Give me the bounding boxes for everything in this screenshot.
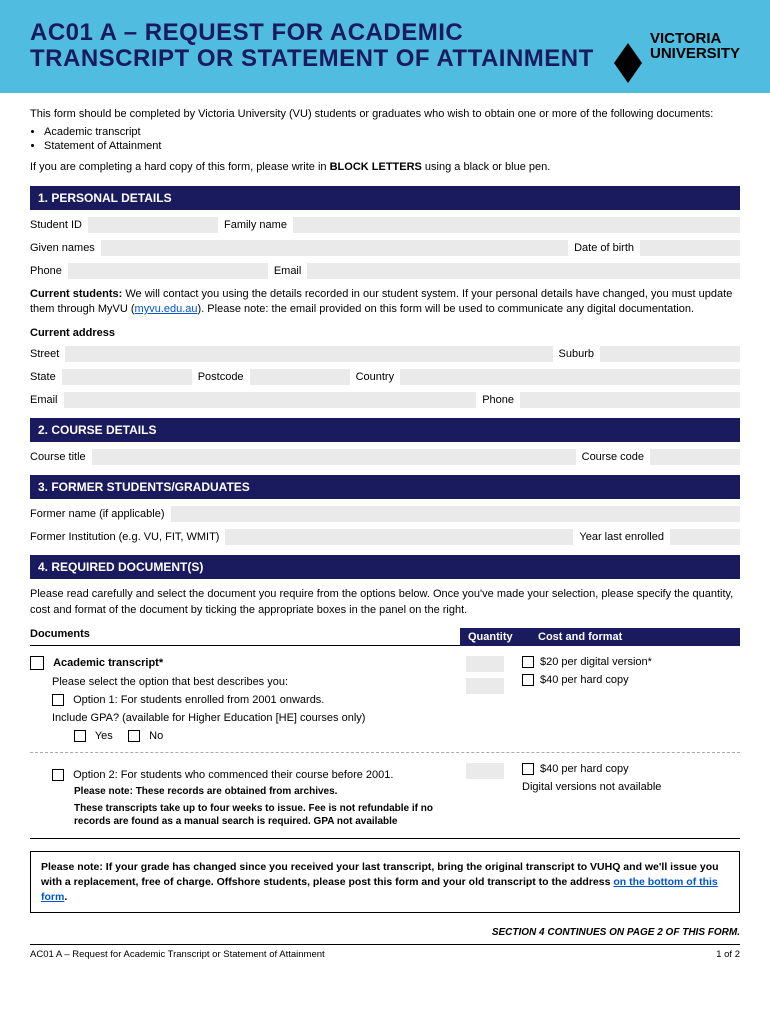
former-name-input[interactable] <box>171 506 741 522</box>
cost-hard-1-label: $40 per hard copy <box>540 674 629 686</box>
country-input[interactable] <box>400 369 740 385</box>
student-id-input[interactable] <box>88 217 218 233</box>
option-1-label: Option 1: For students enrolled from 200… <box>73 694 324 706</box>
intro-text: This form should be completed by Victori… <box>30 107 740 122</box>
former-name-label: Former name (if applicable) <box>30 508 165 520</box>
street-input[interactable] <box>65 346 552 362</box>
option-1-checkbox[interactable] <box>52 694 64 706</box>
section-3-header: 3. FORMER STUDENTS/GRADUATES <box>30 475 740 499</box>
option-2-note-1: Please note: These records are obtained … <box>74 785 450 798</box>
include-gpa-label: Include GPA? (available for Higher Educa… <box>52 712 450 724</box>
phone-input[interactable] <box>68 263 268 279</box>
form-title: AC01 A – REQUEST FOR ACADEMIC TRANSCRIPT… <box>30 20 594 73</box>
please-note-box: Please note: If your grade has changed s… <box>30 851 740 913</box>
family-name-input[interactable] <box>293 217 740 233</box>
gpa-no-checkbox[interactable] <box>128 730 140 742</box>
diamond-icon <box>614 29 642 63</box>
section-continues-note: SECTION 4 CONTINUES ON PAGE 2 OF THIS FO… <box>30 927 740 938</box>
postcode-label: Postcode <box>198 371 244 383</box>
cost-hard-2-checkbox[interactable] <box>522 763 534 775</box>
email2-input[interactable] <box>64 392 477 408</box>
former-institution-input[interactable] <box>225 529 573 545</box>
street-label: Street <box>30 348 59 360</box>
academic-transcript-label: Academic transcript* <box>53 657 163 669</box>
family-name-label: Family name <box>224 219 287 231</box>
current-address-heading: Current address <box>30 327 740 339</box>
phone2-input[interactable] <box>520 392 740 408</box>
course-code-label: Course code <box>582 451 644 463</box>
gpa-yes-checkbox[interactable] <box>74 730 86 742</box>
suburb-input[interactable] <box>600 346 740 362</box>
title-line-1: AC01 A – REQUEST FOR ACADEMIC <box>30 20 594 46</box>
gpa-no-label: No <box>149 730 163 742</box>
phone-label: Phone <box>30 265 62 277</box>
phone2-label: Phone <box>482 394 514 406</box>
year-last-enrolled-label: Year last enrolled <box>579 531 664 543</box>
cost-hard-1-checkbox[interactable] <box>522 674 534 686</box>
title-line-2: TRANSCRIPT OR STATEMENT OF ATTAINMENT <box>30 46 594 72</box>
please-select-text: Please select the option that best descr… <box>52 676 450 688</box>
logo-text: VICTORIA UNIVERSITY <box>650 31 740 61</box>
section-2-header: 2. COURSE DETAILS <box>30 418 740 442</box>
academic-transcript-checkbox[interactable] <box>30 656 44 670</box>
hardcopy-note: If you are completing a hard copy of thi… <box>30 160 740 175</box>
course-title-label: Course title <box>30 451 86 463</box>
col-documents: Documents <box>30 628 460 646</box>
col-cost: Cost and format <box>538 631 622 643</box>
footer-page-number: 1 of 2 <box>716 949 740 960</box>
quantity-input-3[interactable] <box>466 763 504 779</box>
current-students-note: Current students: We will contact you us… <box>30 287 740 318</box>
student-id-label: Student ID <box>30 219 82 231</box>
dob-label: Date of birth <box>574 242 634 254</box>
gpa-yes-label: Yes <box>95 730 113 742</box>
section-1-header: 1. PERSONAL DETAILS <box>30 186 740 210</box>
page-header: AC01 A – REQUEST FOR ACADEMIC TRANSCRIPT… <box>0 0 770 93</box>
quantity-input-1[interactable] <box>466 656 504 672</box>
suburb-label: Suburb <box>559 348 594 360</box>
email2-label: Email <box>30 394 58 406</box>
country-label: Country <box>356 371 395 383</box>
intro-bullet-2: Statement of Attainment <box>44 140 740 152</box>
given-names-input[interactable] <box>101 240 568 256</box>
course-title-input[interactable] <box>92 449 576 465</box>
quantity-input-2[interactable] <box>466 678 504 694</box>
cost-hard-2-label: $40 per hard copy <box>540 763 629 775</box>
option-2-label: Option 2: For students who commenced the… <box>73 769 393 781</box>
former-institution-label: Former Institution (e.g. VU, FIT, WMIT) <box>30 531 219 543</box>
email-input[interactable] <box>307 263 740 279</box>
state-input[interactable] <box>62 369 192 385</box>
digital-na-label: Digital versions not available <box>522 781 740 793</box>
cost-digital-checkbox[interactable] <box>522 656 534 668</box>
given-names-label: Given names <box>30 242 95 254</box>
cost-digital-label: $20 per digital version* <box>540 656 652 668</box>
intro-bullet-1: Academic transcript <box>44 126 740 138</box>
myvu-link[interactable]: myvu.edu.au <box>135 303 198 315</box>
option-2-note-2: These transcripts take up to four weeks … <box>74 802 450 828</box>
dob-input[interactable] <box>640 240 740 256</box>
col-quantity: Quantity <box>468 631 538 643</box>
footer-doc-title: AC01 A – Request for Academic Transcript… <box>30 949 325 960</box>
state-label: State <box>30 371 56 383</box>
required-intro: Please read carefully and select the doc… <box>30 587 740 618</box>
course-code-input[interactable] <box>650 449 740 465</box>
option-2-checkbox[interactable] <box>52 769 64 781</box>
postcode-input[interactable] <box>250 369 350 385</box>
page-footer: AC01 A – Request for Academic Transcript… <box>30 944 740 960</box>
intro-block: This form should be completed by Victori… <box>30 107 740 176</box>
email-label: Email <box>274 265 302 277</box>
university-logo: VICTORIA UNIVERSITY <box>614 29 740 63</box>
year-last-enrolled-input[interactable] <box>670 529 740 545</box>
section-4-header: 4. REQUIRED DOCUMENT(S) <box>30 555 740 579</box>
